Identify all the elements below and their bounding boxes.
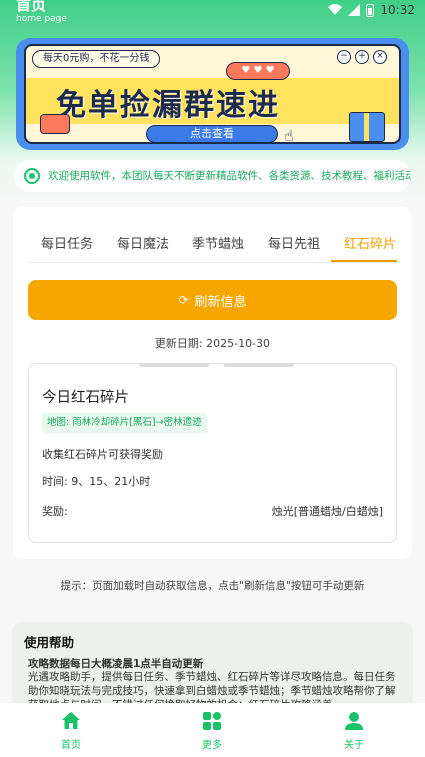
reward-label: 奖励: xyxy=(42,505,68,518)
nav-about-label: 关于 xyxy=(344,740,364,751)
banner-content: 每天0元购，不花一分钱 ♥ ♥ ♥ − + × 免单捡漏群速进 点击查看 ☝ xyxy=(24,44,401,144)
status-bar: 首页 home page 10:32 xyxy=(0,0,425,24)
nav-home[interactable]: 首页 xyxy=(31,711,111,751)
hint-text: 提示：页面加载时自动获取信息，点击"刷新信息"按钮可手动更新 xyxy=(60,580,365,592)
card-decor xyxy=(224,363,294,367)
help-section: 使用帮助 攻略数据每日大概凌晨1点半自动更新 光遇攻略助手，提供每日任务、季节蜡… xyxy=(12,622,413,712)
page-subtitle: home page xyxy=(16,14,67,24)
active-tab-indicator xyxy=(331,260,397,262)
clock: 10:32 xyxy=(380,3,415,17)
banner-window-controls: − + × xyxy=(337,50,387,64)
nav-about[interactable]: 关于 xyxy=(314,711,394,751)
home-icon xyxy=(62,712,80,729)
plus-icon: + xyxy=(355,50,369,64)
promo-banner[interactable]: 每天0元购，不花一分钱 ♥ ♥ ♥ − + × 免单捡漏群速进 点击查看 ☝ xyxy=(16,38,409,150)
wifi-icon xyxy=(328,4,343,15)
info-card-time: 时间: 9、15、21小时 xyxy=(42,475,151,488)
notice-dot-icon xyxy=(24,168,40,184)
banner-hearts: ♥ ♥ ♥ xyxy=(226,62,290,80)
tab-daily-task[interactable]: 每日任务 xyxy=(41,233,93,252)
info-card-description: 收集红石碎片可获得奖励 xyxy=(42,448,163,461)
status-icons: 10:32 xyxy=(328,3,415,17)
map-tag: 地图: 雨林冷却碎片[黑石]→密林遗迹 xyxy=(42,413,207,433)
notice-bar[interactable]: 欢迎使用软件，本团队每天不断更新精品软件、各类资源、技术教程、福利活动、电脑 xyxy=(14,160,411,192)
tab-red-shard[interactable]: 红石碎片 xyxy=(344,233,396,252)
refresh-button[interactable]: ⟳ 刷新信息 xyxy=(28,280,397,320)
minus-icon: − xyxy=(337,50,351,64)
info-card: 今日红石碎片 地图: 雨林冷却碎片[黑石]→密林遗迹 收集红石碎片可获得奖励 时… xyxy=(28,363,397,543)
refresh-icon: ⟳ xyxy=(178,293,189,307)
gift-box-icon xyxy=(349,112,385,142)
card-decor xyxy=(139,363,209,367)
refresh-button-label: 刷新信息 xyxy=(194,294,247,310)
banner-tag: 每天0元购，不花一分钱 xyxy=(32,50,161,68)
main-card: 每日任务 每日魔法 季节蜡烛 每日先祖 红石碎片 ⟳ 刷新信息 更新日期: 20… xyxy=(13,207,412,559)
update-date: 更新日期: 2025-10-30 xyxy=(154,337,271,350)
close-icon: × xyxy=(373,50,387,64)
banner-headline: 免单捡漏群速进 xyxy=(56,88,280,123)
more-icon xyxy=(203,712,221,730)
battery-icon xyxy=(366,3,375,17)
tab-daily-magic[interactable]: 每日魔法 xyxy=(117,233,169,252)
nav-more-label: 更多 xyxy=(202,740,222,751)
page-title: 首页 xyxy=(16,0,47,14)
help-subtitle: 攻略数据每日大概凌晨1点半自动更新 xyxy=(28,658,204,670)
help-title: 使用帮助 xyxy=(24,635,75,650)
tab-daily-ancestor[interactable]: 每日先祖 xyxy=(268,233,320,252)
user-icon xyxy=(345,712,363,730)
cursor-icon: ☝ xyxy=(284,126,294,144)
tab-seasonal-candle[interactable]: 季节蜡烛 xyxy=(192,233,244,252)
notice-text: 欢迎使用软件，本团队每天不断更新精品软件、各类资源、技术教程、福利活动、电脑 xyxy=(48,170,411,182)
chat-bubble-icon xyxy=(40,114,70,134)
tab-bar: 每日任务 每日魔法 季节蜡烛 每日先祖 红石碎片 xyxy=(28,225,397,263)
info-card-title: 今日红石碎片 xyxy=(42,390,129,406)
signal-icon xyxy=(348,4,361,16)
banner-view-button[interactable]: 点击查看 xyxy=(146,125,278,142)
nav-more[interactable]: 更多 xyxy=(172,711,252,751)
bottom-nav: 首页 更多 关于 xyxy=(0,703,425,757)
reward-value: 烛光[普通蜡烛/白蜡烛] xyxy=(271,505,383,518)
nav-home-label: 首页 xyxy=(61,740,81,751)
